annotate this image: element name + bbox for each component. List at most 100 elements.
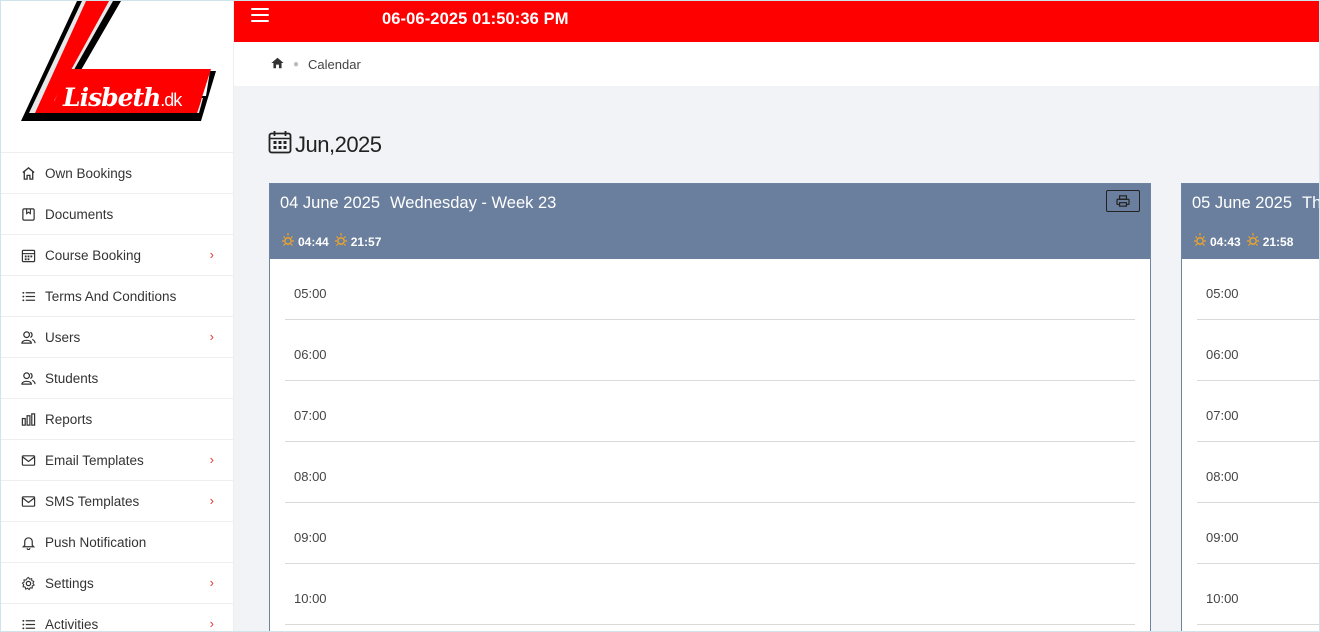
time-label: 10:00	[1206, 591, 1239, 606]
logo-graphic	[21, 1, 216, 121]
sidebar-item-label: Settings	[45, 575, 94, 591]
logo-text: Lisbeth.dk	[63, 83, 182, 112]
sidebar-item-activities[interactable]: Activities ›	[1, 604, 234, 632]
time-label: 05:00	[1206, 286, 1239, 301]
sidebar-item-users[interactable]: Users ›	[1, 317, 234, 358]
time-label: 08:00	[1206, 469, 1239, 484]
sidebar-item-label: Email Templates	[45, 452, 144, 468]
sidebar-item-label: Course Booking	[45, 247, 142, 263]
users-icon	[19, 328, 37, 346]
home-icon[interactable]	[271, 57, 284, 72]
time-label: 06:00	[1206, 347, 1239, 362]
list-icon	[19, 287, 37, 305]
sidebar-item-label: Terms And Conditions	[45, 288, 177, 304]
time-label: 09:00	[1206, 530, 1239, 545]
day-name: Thursday - Week 23	[1302, 194, 1320, 212]
chevron-right-icon: ›	[209, 329, 214, 344]
time-slot[interactable]: 05:00	[285, 259, 1135, 320]
sunset-icon	[333, 232, 349, 251]
chevron-right-icon: ›	[209, 493, 214, 508]
sunrise-icon	[1192, 232, 1208, 251]
sidebar-item-documents[interactable]: Documents	[1, 194, 234, 235]
breadcrumb: ● Calendar	[234, 42, 1319, 86]
sidebar: Lisbeth.dk Own Bookings Documents Course…	[1, 1, 234, 632]
time-slot[interactable]: 06:00	[1197, 320, 1319, 381]
chevron-right-icon: ›	[209, 452, 214, 467]
calendar-icon	[19, 246, 37, 264]
sidebar-item-label: Reports	[45, 411, 93, 427]
time-slot[interactable]: 10:00	[1197, 564, 1319, 625]
document-icon	[19, 205, 37, 223]
app-frame: Lisbeth.dk Own Bookings Documents Course…	[0, 0, 1320, 632]
sun-times: 04:44 21:57	[280, 232, 381, 251]
hamburger-icon[interactable]	[251, 8, 269, 24]
sidebar-item-label: Documents	[45, 206, 114, 222]
time-label: 09:00	[294, 530, 327, 545]
time-slots: 05:00 06:00 07:00 08:00 09:00 10:00	[1182, 259, 1319, 625]
sidebar-item-students[interactable]: Students	[1, 358, 234, 399]
sunrise-time: 04:43	[1210, 234, 1241, 249]
sidebar-item-email-templates[interactable]: Email Templates ›	[1, 440, 234, 481]
sidebar-item-terms[interactable]: Terms And Conditions	[1, 276, 234, 317]
time-label: 10:00	[294, 591, 327, 606]
time-slot[interactable]: 10:00	[285, 564, 1135, 625]
gear-icon	[19, 574, 37, 592]
time-label: 07:00	[1206, 408, 1239, 423]
top-bar: 06-06-2025 01:50:36 PM	[234, 1, 1319, 42]
mail-icon	[19, 492, 37, 510]
sun-times: 04:43 21:58	[1192, 232, 1293, 251]
day-title: 05 June 2025 Thursday - Week 23	[1192, 194, 1320, 213]
sidebar-menu: Own Bookings Documents Course Booking ›	[1, 153, 234, 632]
day-date: 04 June 2025	[280, 194, 381, 212]
current-datetime: 06-06-2025 01:50:36 PM	[382, 10, 569, 28]
calendar-icon	[268, 130, 292, 160]
sidebar-item-own-bookings[interactable]: Own Bookings	[1, 153, 234, 194]
sidebar-item-label: Students	[45, 370, 99, 386]
day-header: 05 June 2025 Thursday - Week 23 04:43 21:…	[1182, 184, 1320, 259]
sunrise-icon	[280, 232, 296, 251]
time-slot[interactable]: 09:00	[1197, 503, 1319, 564]
chevron-right-icon: ›	[209, 247, 214, 262]
calendar-content: Jun,2025 04 June 2025 Wednesday - Week 23…	[234, 86, 1320, 631]
sunset-icon	[1245, 232, 1261, 251]
time-slots: 05:00 06:00 07:00 08:00 09:00 10:00	[270, 259, 1150, 625]
time-slot[interactable]: 07:00	[1197, 381, 1319, 442]
time-slot[interactable]: 08:00	[285, 442, 1135, 503]
month-title: Jun,2025	[268, 130, 382, 160]
sidebar-item-label: SMS Templates	[45, 493, 140, 509]
time-slot[interactable]: 05:00	[1197, 259, 1319, 320]
month-label: Jun,2025	[295, 132, 382, 157]
time-slot[interactable]: 08:00	[1197, 442, 1319, 503]
breadcrumb-separator: ●	[293, 58, 300, 70]
time-label: 05:00	[294, 286, 327, 301]
day-header: 04 June 2025 Wednesday - Week 23 04:44 21…	[270, 184, 1150, 259]
users-icon	[19, 369, 37, 387]
sidebar-item-label: Own Bookings	[45, 165, 133, 181]
print-button[interactable]	[1106, 190, 1140, 212]
chevron-right-icon: ›	[209, 616, 214, 631]
sidebar-item-sms-templates[interactable]: SMS Templates ›	[1, 481, 234, 522]
time-slot[interactable]: 06:00	[285, 320, 1135, 381]
printer-icon	[1116, 195, 1130, 207]
chevron-right-icon: ›	[209, 575, 214, 590]
sunrise-time: 04:44	[298, 234, 329, 249]
bell-icon	[19, 533, 37, 551]
sidebar-item-label: Push Notification	[45, 534, 147, 550]
logo[interactable]: Lisbeth.dk	[1, 1, 234, 153]
day-column: 05 June 2025 Thursday - Week 23 04:43 21:…	[1181, 183, 1320, 631]
sunset-time: 21:57	[350, 234, 382, 249]
sidebar-item-settings[interactable]: Settings ›	[1, 563, 234, 604]
sidebar-item-course-booking[interactable]: Course Booking ›	[1, 235, 234, 276]
time-label: 08:00	[294, 469, 327, 484]
time-slot[interactable]: 07:00	[285, 381, 1135, 442]
time-slot[interactable]: 09:00	[285, 503, 1135, 564]
sidebar-item-push-notification[interactable]: Push Notification	[1, 522, 234, 563]
time-label: 07:00	[294, 408, 327, 423]
list-icon	[19, 615, 37, 631]
sidebar-item-label: Activities	[45, 616, 99, 632]
day-name: Wednesday - Week 23	[390, 194, 557, 212]
day-column: 04 June 2025 Wednesday - Week 23 04:44 21…	[269, 183, 1151, 631]
mail-icon	[19, 451, 37, 469]
sidebar-item-reports[interactable]: Reports	[1, 399, 234, 440]
bar-chart-icon	[19, 410, 37, 428]
